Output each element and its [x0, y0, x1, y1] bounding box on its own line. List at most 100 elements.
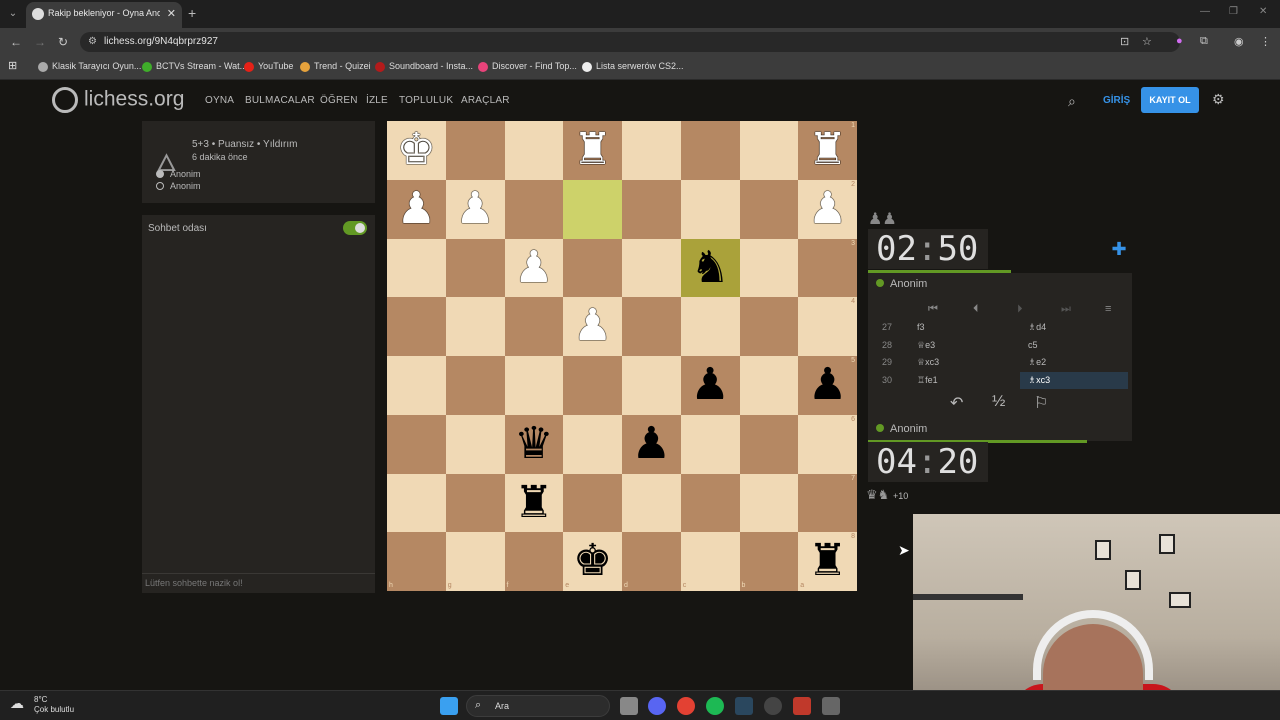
browser-tab[interactable]: Rakip bekleniyor - Oyna Anon... ✕ [26, 2, 182, 28]
reload-icon[interactable]: ↻ [58, 35, 68, 49]
white-player[interactable]: Anonim [156, 169, 201, 179]
offer-draw-icon[interactable]: ½ [992, 393, 1005, 411]
white-move[interactable]: ♕xc3 [917, 357, 939, 368]
first-move-icon[interactable]: ⏮ [928, 303, 938, 316]
board-square[interactable] [739, 121, 799, 180]
nav-play[interactable]: OYNA [205, 95, 234, 106]
black-rook-icon[interactable]: ♜ [808, 536, 847, 585]
discord-icon[interactable] [648, 697, 666, 715]
board-square[interactable] [504, 356, 564, 415]
bookmark-item[interactable]: Soundboard - Insta... [375, 61, 473, 72]
nav-tools[interactable]: ARAÇLAR [461, 95, 510, 106]
app-icon[interactable] [793, 697, 811, 715]
board-square[interactable]: c [680, 532, 740, 591]
prev-move-icon[interactable]: ⏴ [973, 303, 979, 316]
board-square[interactable] [563, 238, 622, 298]
close-tab-icon[interactable]: ✕ [167, 7, 176, 20]
white-king-icon[interactable]: ♚ [397, 125, 436, 174]
black-pawn-icon[interactable]: ♟ [632, 419, 671, 468]
board-square[interactable]: ♜ [563, 121, 622, 180]
board-square[interactable]: ♟ [622, 414, 681, 474]
bookmark-star-icon[interactable]: ☆ [1142, 35, 1152, 48]
browser-menu-icon[interactable]: ⋮ [1260, 35, 1271, 48]
chrome-icon[interactable] [677, 697, 695, 715]
board-square[interactable]: ♜ [504, 473, 564, 533]
board-square[interactable]: d [622, 532, 681, 591]
board-square[interactable] [680, 297, 740, 356]
board-square[interactable]: ♛ [504, 414, 564, 474]
black-queen-icon[interactable]: ♛ [514, 419, 553, 468]
board-square[interactable] [739, 414, 799, 474]
next-move-icon[interactable]: ⏵ [1017, 303, 1023, 316]
tab-list-icon[interactable]: ⌄ [4, 6, 22, 22]
board-square[interactable] [445, 238, 505, 298]
board-square[interactable] [387, 297, 446, 356]
board-square[interactable] [445, 297, 505, 356]
chat-input[interactable]: Lütfen sohbette nazik ol! [142, 573, 375, 593]
lichess-taskbar-icon[interactable] [822, 697, 840, 715]
bookmark-item[interactable]: YouTube [244, 61, 293, 72]
board-square[interactable] [622, 297, 681, 356]
board-square[interactable] [445, 121, 505, 180]
obs-icon[interactable] [764, 697, 782, 715]
minimize-icon[interactable]: — [1200, 6, 1210, 17]
steam-icon[interactable] [735, 697, 753, 715]
url-bar[interactable]: ⚙ lichess.org/9N4qbrprz927 [80, 32, 1180, 52]
board-square[interactable]: 6 [798, 414, 857, 474]
board-square[interactable]: g [445, 532, 505, 591]
taskbar-search[interactable]: ⌕ Ara [466, 695, 610, 717]
black-knight-icon[interactable]: ♞ [690, 243, 729, 292]
maximize-icon[interactable]: ❐ [1229, 6, 1238, 17]
board-square[interactable]: ♜ 8 a [798, 532, 857, 591]
board-square[interactable] [445, 414, 505, 474]
board-square[interactable] [622, 179, 681, 239]
black-move[interactable]: ♗d4 [1028, 322, 1046, 333]
board-square[interactable] [387, 473, 446, 533]
board-square[interactable] [680, 121, 740, 180]
board-square[interactable] [739, 238, 799, 298]
board-square[interactable]: ♟ [445, 179, 505, 239]
black-move[interactable]: ♗xc3 [1020, 371, 1128, 389]
black-pawn-icon[interactable]: ♟ [690, 360, 729, 409]
board-square[interactable]: ♚ [387, 121, 446, 180]
board-square[interactable]: f [504, 532, 564, 591]
bookmark-item[interactable]: Trend - Quizei [300, 61, 371, 72]
board-square[interactable]: 7 [798, 473, 857, 533]
white-pawn-icon[interactable]: ♟ [397, 184, 436, 233]
white-rook-icon[interactable]: ♜ [808, 125, 847, 174]
board-square[interactable]: 3 [798, 238, 857, 298]
white-move[interactable]: ♕e3 [917, 340, 935, 351]
board-square[interactable]: ♟ [504, 238, 564, 298]
menu-icon[interactable]: ≡ [1105, 303, 1111, 315]
bookmark-item[interactable]: BCTVs Stream - Wat... [142, 61, 247, 72]
apps-icon[interactable]: ⊞ [8, 59, 17, 72]
board-square[interactable]: ♟ [680, 356, 740, 415]
bookmark-item[interactable]: Klasik Tarayıcı Oyun... [38, 61, 141, 72]
site-info-icon[interactable]: ⚙ [88, 36, 97, 47]
board-square[interactable] [563, 414, 622, 474]
black-move[interactable]: ♗e2 [1028, 357, 1046, 368]
board-square[interactable] [445, 356, 505, 415]
board-square[interactable] [563, 356, 622, 415]
search-icon[interactable]: ⌕ [1068, 93, 1076, 110]
install-icon[interactable]: ⊡ [1120, 35, 1129, 48]
board-square[interactable] [504, 121, 564, 180]
black-pawn-icon[interactable]: ♟ [808, 360, 847, 409]
close-window-icon[interactable]: ✕ [1259, 6, 1267, 17]
site-logo[interactable]: lichess.org [52, 87, 184, 113]
board-square[interactable]: ♚ e [563, 532, 622, 591]
nav-puzzles[interactable]: BULMACALAR [245, 95, 315, 106]
white-move[interactable]: f3 [917, 322, 925, 332]
white-pawn-icon[interactable]: ♟ [455, 184, 494, 233]
board-square[interactable]: ♞ [680, 238, 740, 298]
board-square[interactable] [387, 238, 446, 298]
black-player[interactable]: Anonim [156, 181, 201, 191]
board-square[interactable] [504, 179, 564, 239]
windows-start-icon[interactable] [440, 697, 458, 715]
board-square[interactable] [563, 473, 622, 533]
board-square[interactable] [504, 297, 564, 356]
board-square[interactable] [739, 356, 799, 415]
chess-board[interactable]: ♚ ♜ ♜ 1 ♟ ♟ ♟ 2 ♟ ♞ 3 ♟ 4 ♟ ♟ 5 ♛ ♟ 6 ♜ 7 h g f ♚ e d c b ♜ 8 a [387, 121, 857, 591]
white-pawn-icon[interactable]: ♟ [514, 243, 553, 292]
takeback-icon[interactable]: ↶ [950, 393, 963, 413]
